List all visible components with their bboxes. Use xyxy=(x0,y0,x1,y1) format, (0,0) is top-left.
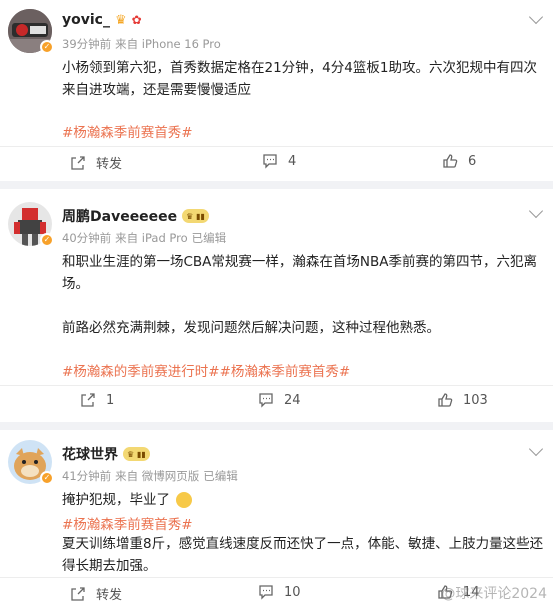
comment-button[interactable]: 4 xyxy=(262,153,296,169)
like-icon xyxy=(438,393,453,407)
chevron-down-icon[interactable] xyxy=(528,203,544,219)
repost-button[interactable]: 转发 xyxy=(70,153,122,172)
verified-badge-icon: ✓ xyxy=(40,233,54,247)
comment-icon xyxy=(259,393,273,408)
chevron-down-icon[interactable] xyxy=(528,9,544,25)
laughing-emoji-icon xyxy=(176,492,193,508)
post-text: 掩护犯规，毕业了 xyxy=(62,489,548,511)
crown-icon: ♛ xyxy=(114,12,127,28)
share-icon xyxy=(71,586,85,601)
post-text: 小杨领到第六犯，首秀数据定格在21分钟，4分4篮板1助攻。六次犯规中有四次来自进… xyxy=(62,60,537,98)
separator xyxy=(0,422,553,430)
share-icon xyxy=(71,155,85,170)
post-meta: 40分钟前 来自 iPad Pro 已编辑 xyxy=(62,231,227,245)
comment-button[interactable]: 10 xyxy=(258,584,301,600)
like-button[interactable]: 6 xyxy=(442,153,476,169)
comment-icon xyxy=(259,585,273,600)
post-text-2: 夏天训练增重8斤，感觉直线速度反而还快了一点，体能、敏捷、上肢力量这些还得长期去… xyxy=(62,536,544,574)
username[interactable]: yovic_ ♛ ✿ xyxy=(62,12,142,28)
verified-badge-icon: ✓ xyxy=(40,471,54,485)
username[interactable]: 花球世界 ♛ ▮▮ xyxy=(62,444,150,464)
post-3: ✓ 花球世界 ♛ ▮▮ 41分钟前 来自 微博网页版 已编辑 掩护犯规，毕业了 #杨… xyxy=(0,430,553,605)
hashtag-link[interactable]: #杨瀚森季前赛首秀# xyxy=(62,121,193,141)
badge-icon: ✿ xyxy=(131,13,142,27)
comment-icon xyxy=(263,154,277,169)
post-text-2: 前路必然充满荆棘，发现问题然后解决问题，这种过程他熟悉。 xyxy=(62,320,440,336)
post-1: ✓ yovic_ ♛ ✿ 39分钟前 来自 iPhone 16 Pro 小杨领到第… xyxy=(0,0,553,181)
watermark: @球来评论2024 xyxy=(441,586,547,602)
chevron-down-icon[interactable] xyxy=(528,441,544,457)
repost-button[interactable]: 转发 xyxy=(70,584,122,603)
share-icon xyxy=(81,393,95,407)
like-button[interactable]: 103 xyxy=(437,392,488,408)
comment-button[interactable]: 24 xyxy=(258,392,301,408)
post-text: 和职业生涯的第一场CBA常规赛一样，瀚森在首场NBA季前赛的第四节，六犯离场。 xyxy=(62,254,538,292)
hashtag-link[interactable]: #杨瀚森季前赛首秀# xyxy=(62,513,193,533)
hashtag-link[interactable]: #杨瀚森的季前赛进行时##杨瀚森季前赛首秀# xyxy=(62,360,350,380)
separator xyxy=(0,181,553,189)
action-bar: 转发 4 6 xyxy=(0,146,553,176)
post-meta: 39分钟前 来自 iPhone 16 Pro xyxy=(62,37,221,51)
verified-badge-icon: ✓ xyxy=(40,40,54,54)
level-badge-icon: ♛ ▮▮ xyxy=(182,209,209,223)
action-bar: 1 24 103 xyxy=(0,385,553,415)
like-icon xyxy=(443,154,458,168)
post-meta: 41分钟前 来自 微博网页版 已编辑 xyxy=(62,469,238,483)
repost-button[interactable]: 1 xyxy=(80,392,114,408)
post-2: ✓ 周鹏Daveeeeee ♛ ▮▮ 40分钟前 来自 iPad Pro 已编辑 和… xyxy=(0,189,553,422)
username[interactable]: 周鹏Daveeeeee ♛ ▮▮ xyxy=(62,206,209,226)
level-badge-icon: ♛ ▮▮ xyxy=(123,447,150,461)
